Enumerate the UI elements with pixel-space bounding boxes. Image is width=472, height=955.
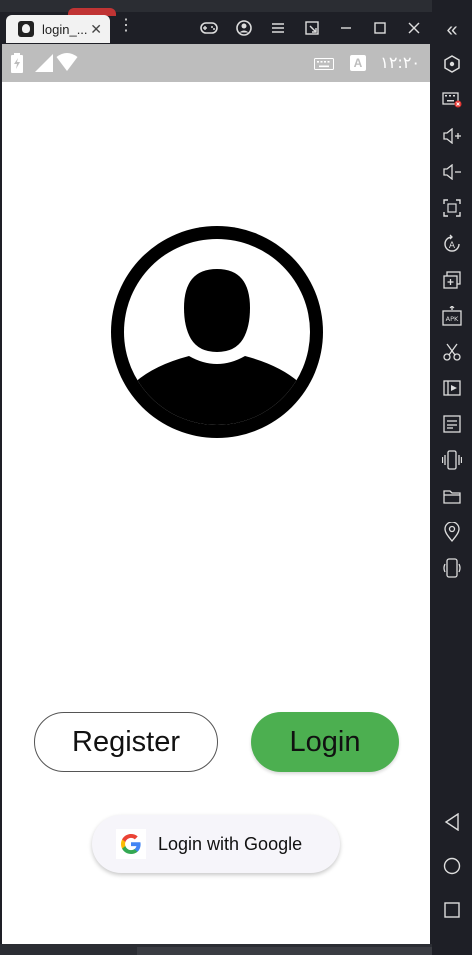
emulator-window: login_... ✕ ⋮ A ۱۲:۲۰ Register Login Log… xyxy=(0,0,472,955)
cut-icon[interactable] xyxy=(440,340,464,364)
pin-window-icon[interactable] xyxy=(300,16,324,40)
svg-text:APK: APK xyxy=(446,315,459,323)
google-logo-icon xyxy=(116,829,146,859)
signal-icon xyxy=(34,53,54,78)
gamepad-icon[interactable] xyxy=(197,16,221,40)
status-bar: A ۱۲:۲۰ xyxy=(2,44,430,82)
volume-down-icon[interactable] xyxy=(440,160,464,184)
input-method-badge: A xyxy=(350,55,366,71)
login-button[interactable]: Login xyxy=(251,712,399,772)
device-screen: A ۱۲:۲۰ Register Login Login with Google xyxy=(2,44,430,944)
settings-hex-icon[interactable] xyxy=(440,52,464,76)
add-window-icon[interactable] xyxy=(440,268,464,292)
recents-icon[interactable] xyxy=(440,898,464,922)
tab-menu-button[interactable]: ⋮ xyxy=(118,18,134,34)
home-icon[interactable] xyxy=(440,854,464,878)
maximize-icon[interactable] xyxy=(368,16,392,40)
status-clock: ۱۲:۲۰ xyxy=(380,53,420,72)
emulator-toolbar: « A APK xyxy=(432,0,472,955)
vibrate-icon[interactable] xyxy=(440,556,464,580)
google-login-button[interactable]: Login with Google xyxy=(92,815,340,873)
screenshot-icon[interactable] xyxy=(440,196,464,220)
google-login-label: Login with Google xyxy=(158,833,303,854)
tab-login[interactable]: login_... ✕ xyxy=(6,15,110,43)
hamburger-menu-icon[interactable] xyxy=(266,16,290,40)
profile-avatar-icon xyxy=(111,226,323,438)
location-icon[interactable] xyxy=(440,520,464,544)
video-icon[interactable] xyxy=(440,376,464,400)
folder-icon[interactable] xyxy=(440,484,464,508)
apk-icon[interactable]: APK xyxy=(440,304,464,328)
account-icon[interactable] xyxy=(232,16,256,40)
svg-text:A: A xyxy=(449,241,456,251)
bottom-strip-segment xyxy=(137,947,437,955)
volume-up-icon[interactable] xyxy=(440,124,464,148)
tab-close-button[interactable]: ✕ xyxy=(90,21,102,38)
title-bar: login_... ✕ ⋮ xyxy=(0,0,472,44)
minimize-icon[interactable] xyxy=(334,16,358,40)
close-icon[interactable] xyxy=(402,16,426,40)
notes-icon[interactable] xyxy=(440,412,464,436)
app-tab-icon xyxy=(18,21,34,37)
battery-charging-icon xyxy=(10,53,24,78)
shake-icon[interactable] xyxy=(440,448,464,472)
collapse-toolbar-icon[interactable]: « xyxy=(440,18,464,42)
back-icon[interactable] xyxy=(440,810,464,834)
tab-title: login_... xyxy=(42,21,88,37)
keyboard-off-icon[interactable] xyxy=(440,88,464,112)
wifi-icon xyxy=(56,52,78,77)
bottom-strip xyxy=(0,944,472,955)
register-button[interactable]: Register xyxy=(34,712,218,772)
keyboard-icon xyxy=(314,57,334,75)
rotate-a-icon[interactable]: A xyxy=(440,232,464,256)
